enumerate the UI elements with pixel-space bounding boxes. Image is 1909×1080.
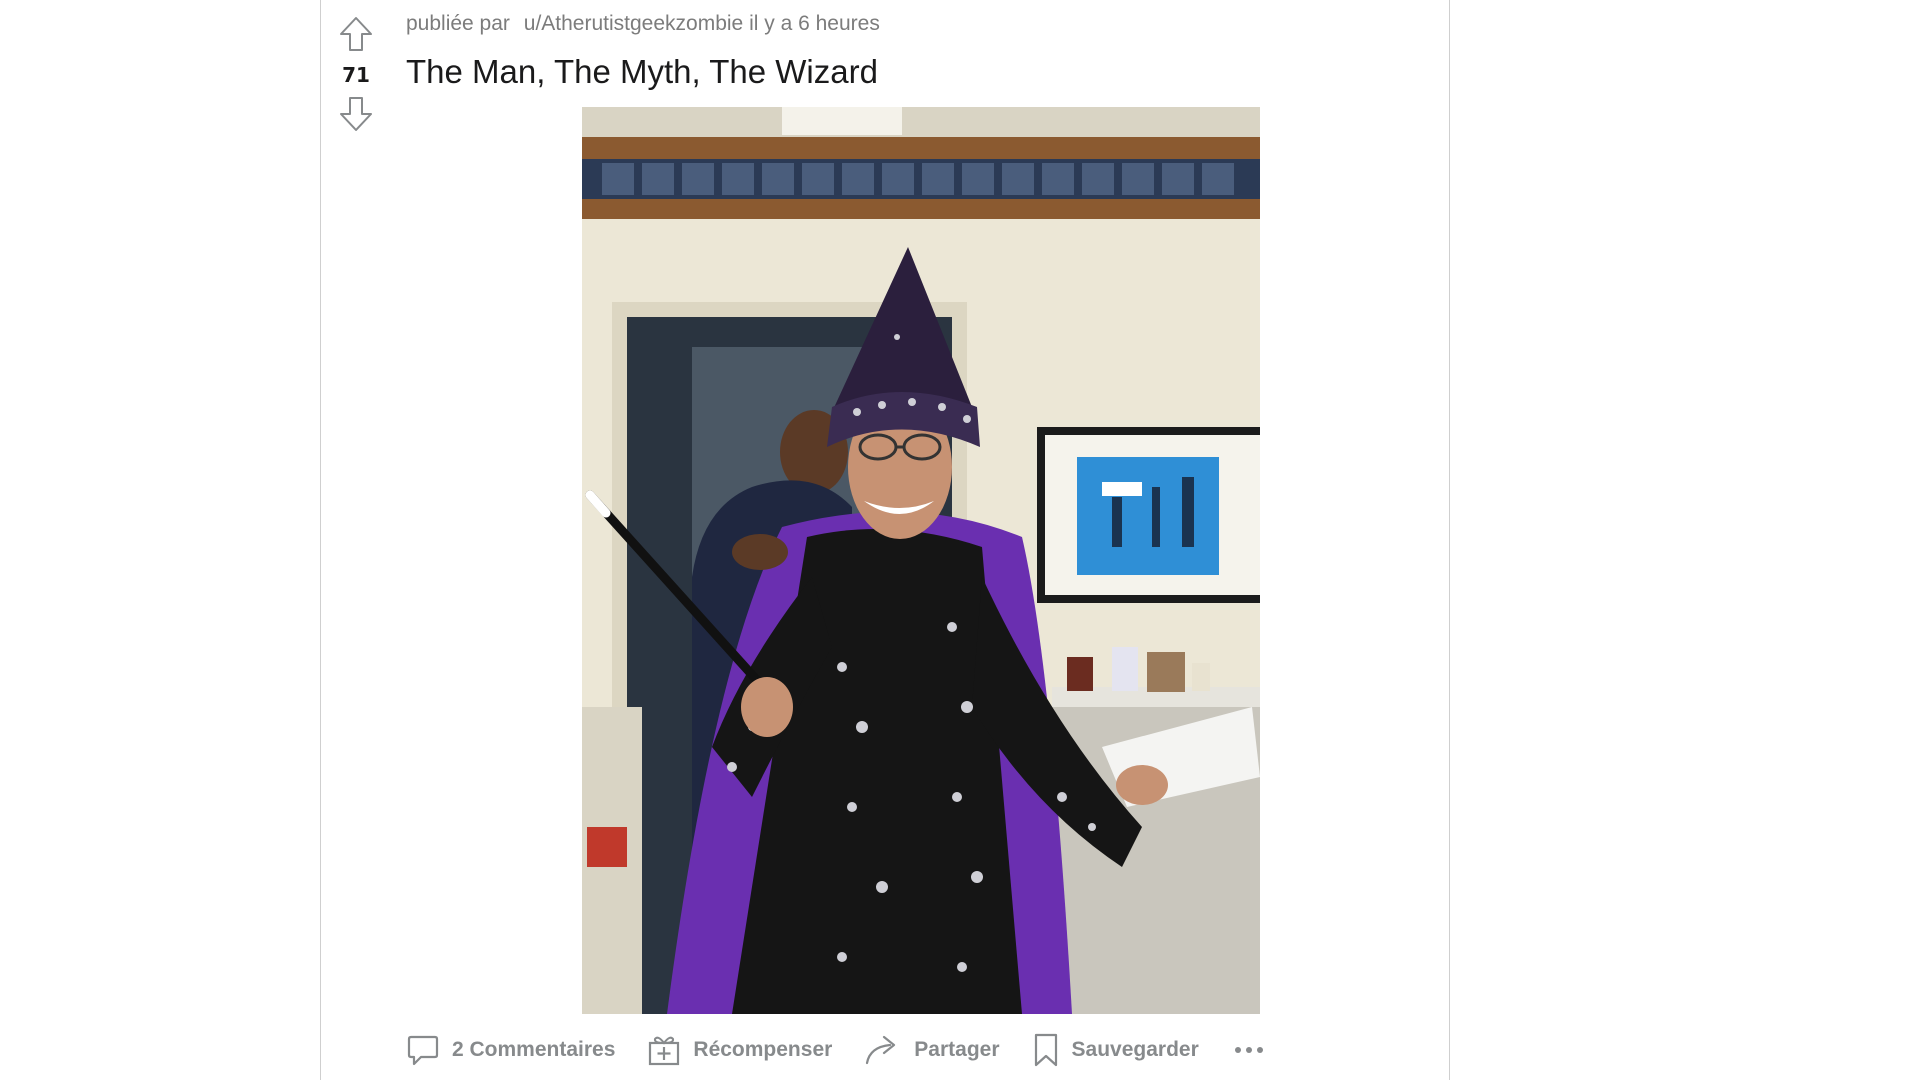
save-label: Sauvegarder bbox=[1071, 1038, 1199, 1061]
share-arrow-icon bbox=[864, 1033, 902, 1067]
post-time: il y a 6 heures bbox=[749, 12, 880, 35]
comments-label: 2 Commentaires bbox=[452, 1038, 616, 1061]
save-button[interactable]: Sauvegarder bbox=[1032, 1032, 1199, 1068]
downvote-button[interactable] bbox=[336, 94, 376, 134]
page: 71 publiée par u/Atherutistgeekzombie il… bbox=[0, 0, 1909, 1080]
post-image[interactable] bbox=[582, 107, 1260, 1014]
wizard-photo bbox=[582, 107, 1260, 1014]
posted-by-label: publiée par bbox=[406, 12, 510, 35]
award-label: Récompenser bbox=[693, 1038, 833, 1061]
more-options-button[interactable] bbox=[1231, 1041, 1267, 1059]
gift-icon bbox=[647, 1033, 681, 1067]
arrow-down-icon bbox=[340, 97, 372, 131]
author-link[interactable]: u/Atherutistgeekzombie bbox=[524, 12, 743, 35]
post-title[interactable]: The Man, The Myth, The Wizard bbox=[406, 53, 878, 91]
post-card: 71 publiée par u/Atherutistgeekzombie il… bbox=[320, 0, 1450, 1080]
upvote-button[interactable] bbox=[336, 14, 376, 54]
award-button[interactable]: Récompenser bbox=[647, 1033, 832, 1067]
vote-score: 71 bbox=[342, 63, 370, 87]
bookmark-icon bbox=[1032, 1032, 1060, 1068]
post-meta: publiée par u/Atherutistgeekzombie il y … bbox=[406, 12, 880, 36]
share-label: Partager bbox=[914, 1038, 1000, 1061]
arrow-up-icon bbox=[340, 17, 372, 51]
vote-column: 71 bbox=[321, 0, 391, 134]
share-button[interactable]: Partager bbox=[864, 1033, 1000, 1067]
comments-button[interactable]: 2 Commentaires bbox=[406, 1033, 615, 1067]
more-options-icon bbox=[1234, 1047, 1241, 1053]
post-actions: 2 Commentaires Récompenser Partager Sauv… bbox=[406, 1026, 1267, 1074]
comment-bubble-icon bbox=[406, 1033, 440, 1067]
